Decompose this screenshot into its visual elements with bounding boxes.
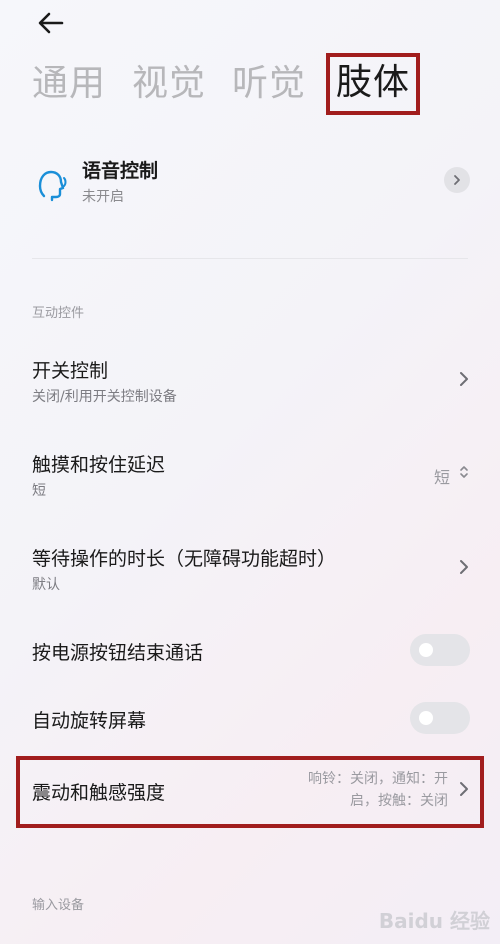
power-end-call-toggle[interactable] xyxy=(410,634,470,666)
wait-duration-subtitle: 默认 xyxy=(32,577,60,593)
chevron-updown-icon[interactable] xyxy=(458,463,470,481)
voice-control-status: 未开启 xyxy=(82,189,124,205)
switch-control-title: 开关控制 xyxy=(32,360,109,382)
chevron-right-icon xyxy=(460,782,468,796)
vibration-title: 震动和触感强度 xyxy=(32,782,166,804)
auto-rotate-toggle[interactable] xyxy=(410,702,470,734)
voice-control-arrow[interactable] xyxy=(444,167,470,193)
auto-rotate-row: 自动旋转屏幕 xyxy=(0,698,500,742)
chevron-right-icon xyxy=(460,372,468,386)
voice-control-title: 语音控制 xyxy=(82,160,159,182)
power-end-call-title: 按电源按钮结束通话 xyxy=(32,642,204,664)
auto-rotate-title: 自动旋转屏幕 xyxy=(32,710,147,732)
power-end-call-row: 按电源按钮结束通话 xyxy=(0,630,500,674)
section-label-input: 输入设备 xyxy=(32,898,85,913)
switch-control-row[interactable]: 开关控制 关闭/利用开关控制设备 xyxy=(0,350,500,416)
back-arrow-icon[interactable] xyxy=(36,8,66,38)
tab-hearing[interactable]: 听觉 xyxy=(232,60,306,108)
watermark-logo: Baidu 经验 xyxy=(378,909,490,933)
touch-hold-delay-subtitle: 短 xyxy=(32,483,46,499)
section-label-interactive: 互动控件 xyxy=(32,306,85,321)
switch-control-subtitle: 关闭/利用开关控制设备 xyxy=(32,389,177,405)
voice-control-row[interactable]: 语音控制 未开启 xyxy=(0,138,500,230)
wait-duration-row[interactable]: 等待操作的时长（无障碍功能超时） 默认 xyxy=(0,538,500,604)
vibration-value-line2: 启，按触：关闭 xyxy=(350,793,448,809)
tab-vision[interactable]: 视觉 xyxy=(132,60,206,108)
touch-hold-delay-title: 触摸和按住延迟 xyxy=(32,454,166,476)
wait-duration-title: 等待操作的时长（无障碍功能超时） xyxy=(32,548,337,570)
tab-general[interactable]: 通用 xyxy=(32,60,106,108)
touch-hold-delay-value: 短 xyxy=(433,468,450,487)
divider xyxy=(32,258,468,259)
category-tabs: 通用 视觉 听觉 肢体 xyxy=(32,53,446,115)
chevron-right-icon xyxy=(454,175,460,185)
toggle-knob xyxy=(419,711,433,725)
voice-head-icon xyxy=(38,170,67,202)
chevron-right-icon xyxy=(460,560,468,574)
toggle-knob xyxy=(419,643,433,657)
touch-hold-delay-row[interactable]: 触摸和按住延迟 短 短 xyxy=(0,444,500,510)
tab-physical[interactable]: 肢体 xyxy=(326,53,421,115)
vibration-value-line1: 响铃：关闭，通知：开 xyxy=(308,771,448,787)
vibration-value: 响铃：关闭，通知：开 启，按触：关闭 xyxy=(258,768,448,812)
